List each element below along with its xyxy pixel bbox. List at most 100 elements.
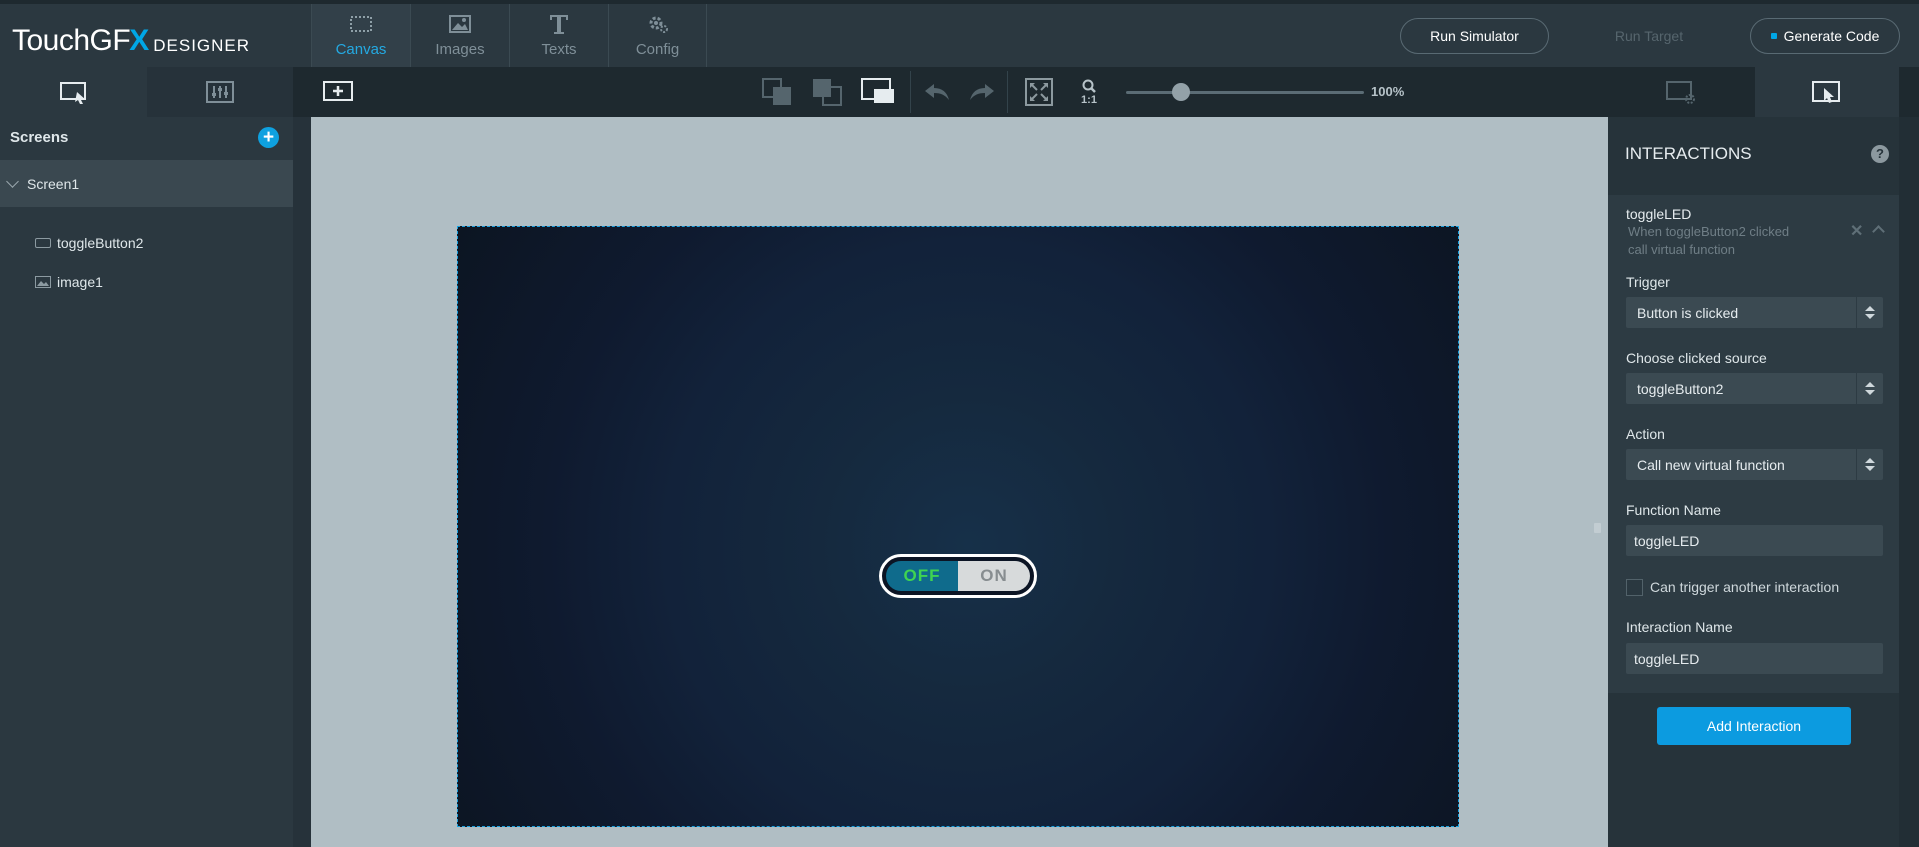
tab-canvas-label: Canvas [335,41,387,58]
source-select[interactable]: toggleButton2 [1626,373,1883,404]
interaction-name-label: Interaction Name [1626,619,1733,635]
toggle-button-widget[interactable]: OFF ON [879,554,1037,598]
tab-config[interactable]: Config [608,4,707,67]
tab-texts-label: Texts [541,41,577,58]
screens-title: Screens [10,128,69,146]
fit-to-screen-button[interactable] [1022,67,1056,117]
magnifier-icon [1082,79,1096,93]
tab-properties-view[interactable] [147,67,293,117]
interaction-name-input[interactable]: toggleLED [1626,643,1883,674]
interaction-icon [1812,81,1840,103]
generate-code-button[interactable]: Generate Code [1750,18,1900,54]
send-backward-icon [762,78,791,105]
action-label: Action [1626,426,1665,442]
zoom-slider-track[interactable] [1126,91,1364,94]
add-screen-plus-icon[interactable]: + [258,127,279,148]
panel-edge [1899,117,1919,847]
toggle-off-segment: OFF [886,561,958,591]
source-label: Choose clicked source [1626,350,1767,366]
trigger-select[interactable]: Button is clicked [1626,297,1883,328]
redo-button[interactable] [965,67,999,117]
logo-x-text: X [129,24,150,57]
select-arrows-icon [1856,297,1883,328]
close-icon[interactable]: ✕ [1850,221,1863,241]
screen-name: Screen1 [27,175,80,192]
touchgfx-logo: TouchGF X DESIGNER [12,22,250,56]
help-icon[interactable]: ? [1871,145,1889,163]
tab-canvas[interactable]: Canvas [311,4,410,67]
interaction-description: When toggleButton2 clicked call virtual … [1628,223,1828,259]
trigger-value: Button is clicked [1637,304,1739,321]
screen-select-icon [59,82,86,104]
tree-item-togglebutton2[interactable]: toggleButton2 [35,228,143,258]
trigger-label: Trigger [1626,274,1670,290]
canvas-scroll-handle[interactable] [1594,523,1601,533]
action-value: Call new virtual function [1637,456,1785,473]
logo-sub-text: DESIGNER [153,36,251,55]
tab-images-label: Images [435,41,485,58]
can-trigger-checkbox[interactable] [1626,579,1643,596]
interactions-title: INTERACTIONS [1625,144,1752,163]
arrange-button[interactable] [860,67,898,117]
add-screen-button[interactable] [320,67,356,117]
sliders-icon [206,81,234,103]
fit-screen-icon [1025,78,1053,106]
select-arrows-icon [1856,449,1883,480]
top-bar: TouchGF X DESIGNER Canvas Images Texts C… [0,4,1919,67]
action-select[interactable]: Call new virtual function [1626,449,1883,480]
image-widget-icon [35,276,51,288]
function-name-input[interactable]: toggleLED [1626,525,1883,556]
redo-icon [970,84,994,100]
run-simulator-button[interactable]: Run Simulator [1400,18,1549,54]
generate-code-dot-icon [1770,33,1777,39]
tab-images[interactable]: Images [410,4,509,67]
toolbar-separator [910,71,911,113]
run-target-button[interactable]: Run Target [1576,18,1722,54]
select-arrows-icon [1856,373,1883,404]
toolbar-separator [1007,71,1008,113]
button-widget-icon [35,238,51,248]
can-trigger-label: Can trigger another interaction [1650,579,1840,595]
screens-sidebar: Screens + Screen1 toggleButton2 image1 [0,117,293,847]
tab-texts[interactable]: Texts [509,4,608,67]
tree-item-image1[interactable]: image1 [35,267,103,297]
tree-item-screen1[interactable]: Screen1 [0,160,293,207]
send-backward-button[interactable] [760,67,796,117]
tab-screens-view[interactable] [0,67,147,117]
function-name-label: Function Name [1626,502,1721,518]
add-screen-icon [323,81,353,101]
screen-preview[interactable] [457,226,1459,827]
toolbar: 1:1 [0,67,1919,117]
bring-forward-button[interactable] [810,67,846,117]
interactions-view-tab[interactable] [1755,67,1899,117]
logo-main-text: TouchGF [12,24,131,57]
canvas-icon [349,11,373,37]
generate-code-label: Generate Code [1783,28,1880,44]
screen-settings-icon [1666,81,1695,104]
widget-name: image1 [57,274,103,290]
zoom-reset-label: 1:1 [1081,94,1097,106]
screens-header: Screens [0,117,293,157]
text-icon [547,11,571,37]
desc-line: When toggleButton2 clicked [1628,224,1790,239]
tab-config-label: Config [635,41,680,58]
image-icon [448,11,472,37]
screen-settings-button[interactable] [1663,67,1699,117]
arrange-icon [861,78,894,103]
toggle-on-segment: ON [958,561,1030,591]
source-value: toggleButton2 [1637,380,1724,397]
widget-name: toggleButton2 [57,235,144,251]
bring-forward-icon [813,79,842,106]
main-nav: Canvas Images Texts Config [311,4,707,67]
interaction-name-heading[interactable]: toggleLED [1626,206,1691,222]
zoom-reset-button[interactable]: 1:1 [1075,67,1103,117]
add-interaction-button[interactable]: Add Interaction [1657,707,1851,745]
undo-button[interactable] [920,67,954,117]
sidebar-divider [293,117,311,847]
desc-line: call virtual function [1628,242,1735,257]
undo-icon [925,84,949,100]
zoom-level: 100% [1371,84,1405,99]
gear-icon [646,11,670,37]
chevron-down-icon[interactable] [6,175,19,188]
zoom-slider-handle[interactable] [1172,83,1190,101]
